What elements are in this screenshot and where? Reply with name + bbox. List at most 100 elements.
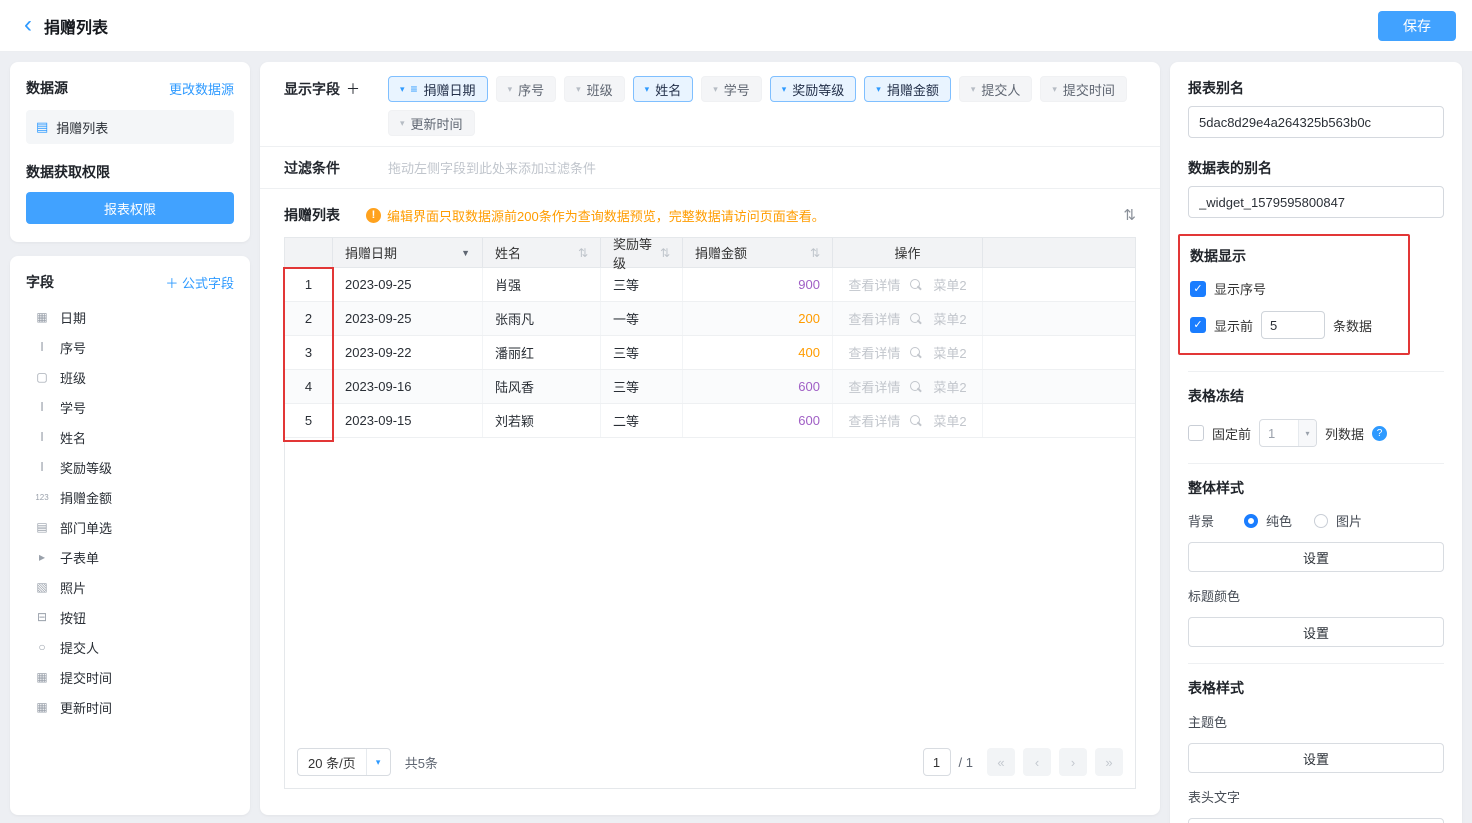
theme-color-set-button[interactable]: 设置: [1188, 743, 1444, 773]
table-row: 42023-09-16陆风香三等600查看详情菜单2: [285, 370, 1135, 404]
report-permission-button[interactable]: 报表权限: [26, 192, 234, 224]
row-ops: 查看详情 菜单2: [833, 404, 983, 437]
chip-label: 提交人: [981, 80, 1020, 99]
search-icon[interactable]: [910, 278, 923, 291]
chevron-down-icon[interactable]: ▾: [508, 84, 513, 95]
field-item[interactable]: Ⅰ序号: [10, 332, 250, 362]
view-detail-link[interactable]: 查看详情: [848, 309, 900, 328]
datasource-title: 数据源: [26, 78, 68, 98]
menu2-link[interactable]: 菜单2: [933, 343, 966, 362]
col-header-date[interactable]: 捐赠日期 ▼: [333, 238, 483, 267]
view-detail-link[interactable]: 查看详情: [848, 411, 900, 430]
view-detail-link[interactable]: 查看详情: [848, 343, 900, 362]
menu2-link[interactable]: 菜单2: [933, 411, 966, 430]
display-field-chip[interactable]: ▾ 捐赠金额: [864, 76, 951, 102]
show-first-checkbox[interactable]: ✓: [1190, 317, 1206, 333]
chevron-down-icon[interactable]: ▾: [576, 84, 581, 95]
menu2-link[interactable]: 菜单2: [933, 377, 966, 396]
search-icon[interactable]: [910, 414, 923, 427]
chevron-down-icon[interactable]: ▾: [971, 84, 976, 95]
chevron-down-icon[interactable]: ▾: [400, 118, 405, 129]
field-item[interactable]: ▤部门单选: [10, 512, 250, 542]
field-item[interactable]: ▦更新时间: [10, 692, 250, 722]
display-field-chip[interactable]: ▾姓名: [633, 76, 694, 102]
row-seq: 4: [285, 370, 333, 403]
current-page-box[interactable]: 1: [923, 748, 951, 776]
menu2-link[interactable]: 菜单2: [933, 309, 966, 328]
freeze-count-select[interactable]: 1 ▾: [1259, 419, 1317, 447]
field-item[interactable]: Ⅰ学号: [10, 392, 250, 422]
display-field-chip[interactable]: ▾ 提交人: [959, 76, 1033, 102]
field-item[interactable]: ⊟按钮: [10, 602, 250, 632]
show-seq-checkbox[interactable]: ✓: [1190, 281, 1206, 297]
table-alias-input[interactable]: [1188, 186, 1444, 218]
page-size-select[interactable]: 20 条/页 ▾: [297, 748, 391, 776]
view-detail-link[interactable]: 查看详情: [848, 275, 900, 294]
chevron-down-icon[interactable]: ▾: [782, 84, 787, 95]
freeze-checkbox[interactable]: [1188, 425, 1204, 441]
chevron-down-icon[interactable]: ▾: [645, 84, 650, 95]
menu2-link[interactable]: 菜单2: [933, 275, 966, 294]
view-detail-link[interactable]: 查看详情: [848, 377, 900, 396]
field-item[interactable]: ▦提交时间: [10, 662, 250, 692]
sort-icon[interactable]: ⇅: [810, 246, 820, 260]
bg-solid-label[interactable]: 纯色: [1266, 511, 1292, 530]
chevron-down-icon[interactable]: ▾: [876, 84, 881, 95]
overall-style-title: 整体样式: [1188, 478, 1444, 498]
save-button[interactable]: 保存: [1378, 11, 1456, 41]
sort-icon[interactable]: ⇅: [660, 246, 670, 260]
add-display-field-icon[interactable]: ＋: [346, 81, 360, 97]
background-set-button[interactable]: 设置: [1188, 542, 1444, 572]
row-date: 2023-09-25: [333, 268, 483, 301]
display-field-chip[interactable]: ▾ 更新时间: [388, 110, 475, 136]
field-item[interactable]: 123捐赠金额: [10, 482, 250, 512]
search-icon[interactable]: [910, 346, 923, 359]
display-field-chip[interactable]: ▾班级: [564, 76, 625, 102]
prev-page-button[interactable]: ‹: [1023, 748, 1051, 776]
report-designer-page: ‹ 捐赠列表 保存 数据源 更改数据源 ▤ 捐赠列表 数据获取权限 报表权限 字…: [0, 0, 1472, 823]
sort-icon[interactable]: ⇅: [578, 246, 588, 260]
col-header-level[interactable]: 奖励等级 ⇅: [601, 238, 683, 267]
chevron-down-icon[interactable]: ▾: [1052, 84, 1057, 95]
chip-label: 更新时间: [411, 114, 463, 133]
sort-desc-icon[interactable]: ▼: [461, 248, 470, 258]
bg-image-radio[interactable]: [1314, 514, 1328, 528]
back-icon[interactable]: ‹: [24, 13, 32, 37]
search-icon[interactable]: [910, 312, 923, 325]
field-item[interactable]: ▸子表单: [10, 542, 250, 572]
display-field-chip[interactable]: ▾奖励等级: [770, 76, 857, 102]
last-page-button[interactable]: »: [1095, 748, 1123, 776]
bg-image-label[interactable]: 图片: [1336, 511, 1362, 530]
display-field-chip[interactable]: ▾≡捐赠日期: [388, 76, 488, 102]
next-page-button[interactable]: ›: [1059, 748, 1087, 776]
header-text-set-button[interactable]: 设置: [1188, 818, 1444, 823]
row-ops: 查看详情 菜单2: [833, 370, 983, 403]
field-item[interactable]: Ⅰ奖励等级: [10, 452, 250, 482]
chip-label: 捐赠金额: [887, 80, 939, 99]
search-icon[interactable]: [910, 380, 923, 393]
filter-dropzone[interactable]: 拖动左侧字段到此处来添加过滤条件: [388, 158, 596, 177]
divider: [1188, 463, 1444, 464]
sort-order-icon[interactable]: ⇅: [1123, 206, 1136, 224]
row-count-input[interactable]: [1261, 311, 1325, 339]
col-header-name[interactable]: 姓名 ⇅: [483, 238, 601, 267]
display-field-chip[interactable]: ▾序号: [496, 76, 557, 102]
report-alias-input[interactable]: [1188, 106, 1444, 138]
title-color-set-button[interactable]: 设置: [1188, 617, 1444, 647]
help-icon[interactable]: ?: [1372, 426, 1387, 441]
field-item[interactable]: ▧照片: [10, 572, 250, 602]
display-field-chip[interactable]: ▾提交时间: [1040, 76, 1127, 102]
change-datasource-link[interactable]: 更改数据源: [169, 79, 234, 98]
chevron-down-icon[interactable]: ▾: [713, 84, 718, 95]
field-item[interactable]: ○提交人: [10, 632, 250, 662]
add-formula-field-link[interactable]: ＋ 公式字段: [165, 273, 234, 292]
display-field-chip[interactable]: ▾学号: [701, 76, 762, 102]
datasource-selected-item[interactable]: ▤ 捐赠列表: [26, 110, 234, 144]
chevron-down-icon[interactable]: ▾: [400, 84, 405, 95]
col-header-amount[interactable]: 捐赠金额 ⇅: [683, 238, 833, 267]
field-item[interactable]: ▦日期: [10, 302, 250, 332]
field-item[interactable]: Ⅰ姓名: [10, 422, 250, 452]
field-item[interactable]: ▢班级: [10, 362, 250, 392]
first-page-button[interactable]: «: [987, 748, 1015, 776]
bg-solid-radio[interactable]: [1244, 514, 1258, 528]
